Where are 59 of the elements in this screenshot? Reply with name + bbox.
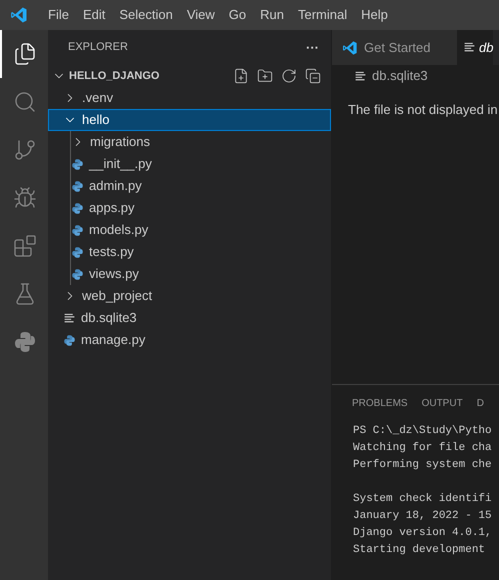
- python-file-icon: [71, 202, 84, 214]
- tree-item[interactable]: models.py: [48, 219, 331, 241]
- tree-item[interactable]: .venv: [48, 87, 331, 109]
- python-file-icon: [71, 224, 84, 236]
- tree-item[interactable]: manage.py: [48, 329, 331, 351]
- text-file-icon: [463, 41, 476, 54]
- text-file-icon: [63, 312, 76, 324]
- new-file-icon[interactable]: [233, 68, 249, 84]
- python-file-icon: [71, 158, 84, 170]
- sidebar-title: EXPLORER: [68, 40, 128, 56]
- python-file-icon: [63, 334, 76, 346]
- menu-item[interactable]: File: [41, 5, 76, 25]
- terminal-line: Watching for file cha: [353, 441, 492, 456]
- app-logo: [10, 6, 28, 24]
- terminal-line: System check identifi: [353, 492, 492, 507]
- collapse-icon[interactable]: [305, 68, 321, 84]
- editor-message: The file is not displayed in: [348, 102, 498, 117]
- menu-item[interactable]: Edit: [76, 5, 112, 25]
- tree-item[interactable]: views.py: [48, 263, 331, 285]
- text-file-icon: [354, 70, 367, 82]
- tree-item[interactable]: migrations: [48, 131, 331, 153]
- workspace-header[interactable]: HELLO_DJANGO: [52, 68, 160, 84]
- menu-item[interactable]: View: [180, 5, 222, 25]
- terminal-line: Performing system che: [353, 458, 492, 473]
- editor-tab[interactable]: Get Started: [332, 30, 457, 65]
- blocks-icon: [13, 234, 37, 258]
- tree-item[interactable]: apps.py: [48, 197, 331, 219]
- breadcrumb[interactable]: db.sqlite3: [372, 66, 428, 86]
- menu-item[interactable]: Selection: [112, 5, 180, 25]
- branch-icon: [13, 138, 37, 162]
- menu-item[interactable]: Run: [253, 5, 291, 25]
- menu-item[interactable]: Go: [222, 5, 254, 25]
- panel-tab[interactable]: OUTPUT: [422, 396, 463, 410]
- tree-item[interactable]: db.sqlite3: [48, 307, 331, 329]
- tree-item[interactable]: tests.py: [48, 241, 331, 263]
- refresh-icon[interactable]: [281, 68, 297, 84]
- more-actions-button[interactable]: ···: [306, 38, 319, 58]
- bug-icon: [13, 186, 37, 210]
- tree-item[interactable]: admin.py: [48, 175, 331, 197]
- terminal-line: Starting development: [353, 543, 486, 558]
- app-logo-icon: [342, 40, 358, 56]
- panel-tab[interactable]: PROBLEMS: [352, 396, 408, 410]
- terminal-line: PS C:\_dz\Study\Pytho: [353, 424, 492, 439]
- terminal-line: January 18, 2022 - 15: [353, 509, 492, 524]
- editor-tab[interactable]: db: [457, 30, 494, 65]
- menu-item[interactable]: Terminal: [291, 5, 354, 25]
- menu-item[interactable]: Help: [354, 5, 395, 25]
- terminal-line: Django version 4.0.1,: [353, 526, 492, 541]
- python-file-icon: [71, 268, 84, 280]
- tree-item[interactable]: web_project: [48, 285, 331, 307]
- panel-tab[interactable]: D: [476, 396, 484, 410]
- python-file-icon: [71, 180, 84, 192]
- tree-item[interactable]: hello: [48, 109, 331, 131]
- search-icon: [13, 90, 37, 114]
- tree-item[interactable]: __init__.py: [48, 153, 331, 175]
- files-icon: [13, 42, 37, 66]
- python-file-icon: [71, 246, 84, 258]
- new-folder-icon[interactable]: [257, 68, 273, 84]
- python-icon: [13, 330, 37, 354]
